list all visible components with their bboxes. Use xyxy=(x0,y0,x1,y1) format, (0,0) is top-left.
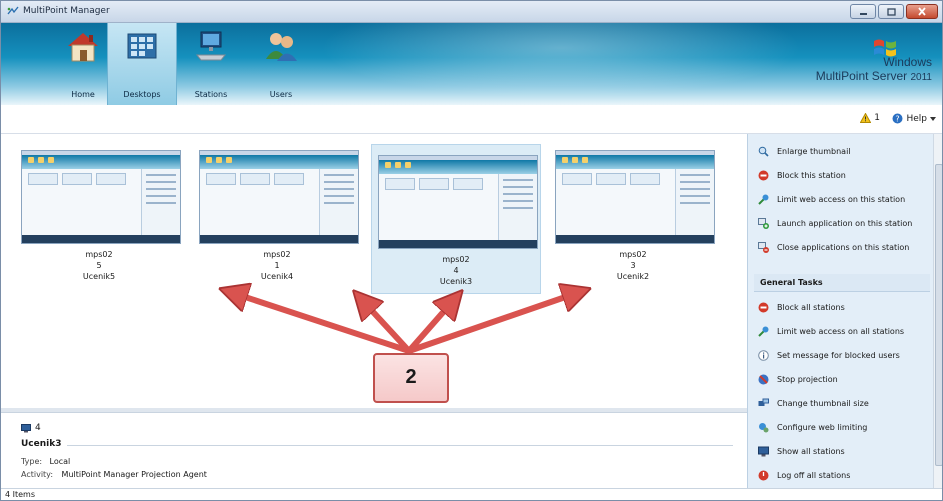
close-apps-icon xyxy=(758,242,769,253)
web-config-icon xyxy=(759,423,769,433)
enlarge-icon xyxy=(758,146,769,157)
projection-icon xyxy=(758,374,769,385)
thumbnail-station: 4 xyxy=(453,266,459,275)
window-title: MultiPoint Manager xyxy=(23,6,110,16)
station-thumbnail[interactable]: mps02 5 Ucenik5 xyxy=(15,140,183,288)
activity-row: Activity: MultiPoint Manager Projection … xyxy=(21,470,207,479)
nav-desktops-label: Desktops xyxy=(123,90,161,99)
activity-value: MultiPoint Manager Projection Agent xyxy=(61,470,207,479)
task-change-thumbnail-size[interactable]: Change thumbnail size xyxy=(758,398,869,409)
tasks-scrollbar[interactable] xyxy=(933,134,942,488)
task-log-off-all-stations[interactable]: Log off all stations xyxy=(758,470,850,481)
launch-app-icon xyxy=(758,218,769,229)
window-controls xyxy=(850,4,938,19)
nav-desktops[interactable]: Desktops xyxy=(107,23,177,105)
station-user-name: Ucenik3 xyxy=(21,439,62,449)
warning-icon xyxy=(860,113,872,123)
nav-stations-label: Stations xyxy=(194,90,228,99)
title-bar: MultiPoint Manager xyxy=(1,1,942,23)
task-launch-application[interactable]: Launch application on this station xyxy=(758,218,912,229)
station-thumbnail-selected[interactable]: mps02 4 Ucenik3 xyxy=(371,144,541,294)
task-configure-web-limiting[interactable]: Configure web limiting xyxy=(758,422,867,433)
limit-web-icon xyxy=(758,326,769,337)
scrollbar-thumb[interactable] xyxy=(935,164,942,466)
tasks-pane: Enlarge thumbnail Block this station Lim… xyxy=(747,134,934,488)
desktop-preview xyxy=(21,150,181,244)
monitor-icon xyxy=(758,446,769,457)
brand-line2: MultiPoint Server 2011 xyxy=(815,69,932,83)
chevron-down-icon xyxy=(930,116,936,121)
status-bar: 4 Items xyxy=(1,488,942,500)
warning-count: 1 xyxy=(874,113,880,123)
station-thumbnail[interactable]: mps02 1 Ucenik4 xyxy=(193,140,361,288)
minimize-icon xyxy=(859,12,867,15)
home-icon xyxy=(68,33,98,62)
nav-users-label: Users xyxy=(269,90,293,99)
desktop-preview xyxy=(199,150,359,244)
items-count: 4 Items xyxy=(5,490,36,499)
divider xyxy=(67,445,733,446)
thumbnail-host: mps02 xyxy=(85,250,113,259)
nav-users[interactable]: Users xyxy=(247,23,315,105)
app-window: MultiPoint Manager Home Desktops Station… xyxy=(0,0,943,501)
nav-stations[interactable]: Stations xyxy=(177,23,245,105)
desktop-preview xyxy=(378,155,538,249)
thumbnail-size-icon xyxy=(758,398,769,406)
close-button[interactable] xyxy=(906,4,938,19)
ribbon: Home Desktops Stations Users Windows Mul… xyxy=(1,23,942,105)
type-value: Local xyxy=(49,457,71,466)
thumbnail-station: 3 xyxy=(630,261,636,270)
maximize-button[interactable] xyxy=(878,4,904,19)
help-icon: ? xyxy=(892,113,903,124)
help-label: Help xyxy=(906,113,927,124)
thumbnail-host: mps02 xyxy=(619,250,647,259)
general-tasks-header: General Tasks xyxy=(754,274,930,292)
task-block-this-station[interactable]: Block this station xyxy=(758,170,846,181)
limit-web-icon xyxy=(758,194,769,205)
task-set-message[interactable]: Set message for blocked users xyxy=(758,350,900,361)
task-limit-web-this-station[interactable]: Limit web access on this station xyxy=(758,194,905,205)
task-stop-projection[interactable]: Stop projection xyxy=(758,374,838,385)
task-show-all-stations[interactable]: Show all stations xyxy=(758,446,845,457)
block-icon xyxy=(758,170,769,181)
thumbnail-host: mps02 xyxy=(442,255,470,264)
task-limit-web-all-stations[interactable]: Limit web access on all stations xyxy=(758,326,904,337)
details-panel: 4 Ucenik3 Type: Local Activity: MultiPoi… xyxy=(1,412,747,489)
logoff-icon xyxy=(758,470,769,481)
monitor-icon xyxy=(21,424,31,433)
users-icon xyxy=(266,33,297,61)
task-block-all-stations[interactable]: Block all stations xyxy=(758,302,845,313)
thumbnail-station: 5 xyxy=(96,261,102,270)
maximize-icon xyxy=(886,7,896,16)
help-menu[interactable]: ? Help xyxy=(892,113,936,124)
thumbnail-user: Ucenik5 xyxy=(82,272,116,281)
thumbnail-user: Ucenik3 xyxy=(439,277,473,286)
callout-box: 2 xyxy=(373,353,449,403)
desktop-preview xyxy=(555,150,715,244)
thumbnail-user: Ucenik4 xyxy=(260,272,294,281)
task-close-applications[interactable]: Close applications on this station xyxy=(758,242,909,253)
status-row: 1 ? Help xyxy=(1,105,942,134)
block-icon xyxy=(758,302,769,313)
station-thumbnail[interactable]: mps02 3 Ucenik2 xyxy=(549,140,717,288)
info-icon xyxy=(758,350,769,361)
thumbnail-station: 1 xyxy=(274,261,280,270)
stations-icon xyxy=(195,31,227,61)
brand-logo: Windows MultiPoint Server 2011 xyxy=(816,39,932,83)
svg-text:?: ? xyxy=(896,115,900,124)
windows-flag-icon xyxy=(874,39,896,57)
multipoint-app-icon xyxy=(7,6,19,15)
close-icon xyxy=(918,7,926,16)
task-enlarge-thumbnail[interactable]: Enlarge thumbnail xyxy=(758,146,851,157)
desktops-icon xyxy=(127,33,157,59)
thumbnail-host: mps02 xyxy=(263,250,291,259)
station-number: 4 xyxy=(35,423,41,433)
thumbnail-user: Ucenik2 xyxy=(616,272,650,281)
type-row: Type: Local xyxy=(21,457,71,466)
minimize-button[interactable] xyxy=(850,4,876,19)
warning-indicator[interactable]: 1 xyxy=(860,113,880,123)
